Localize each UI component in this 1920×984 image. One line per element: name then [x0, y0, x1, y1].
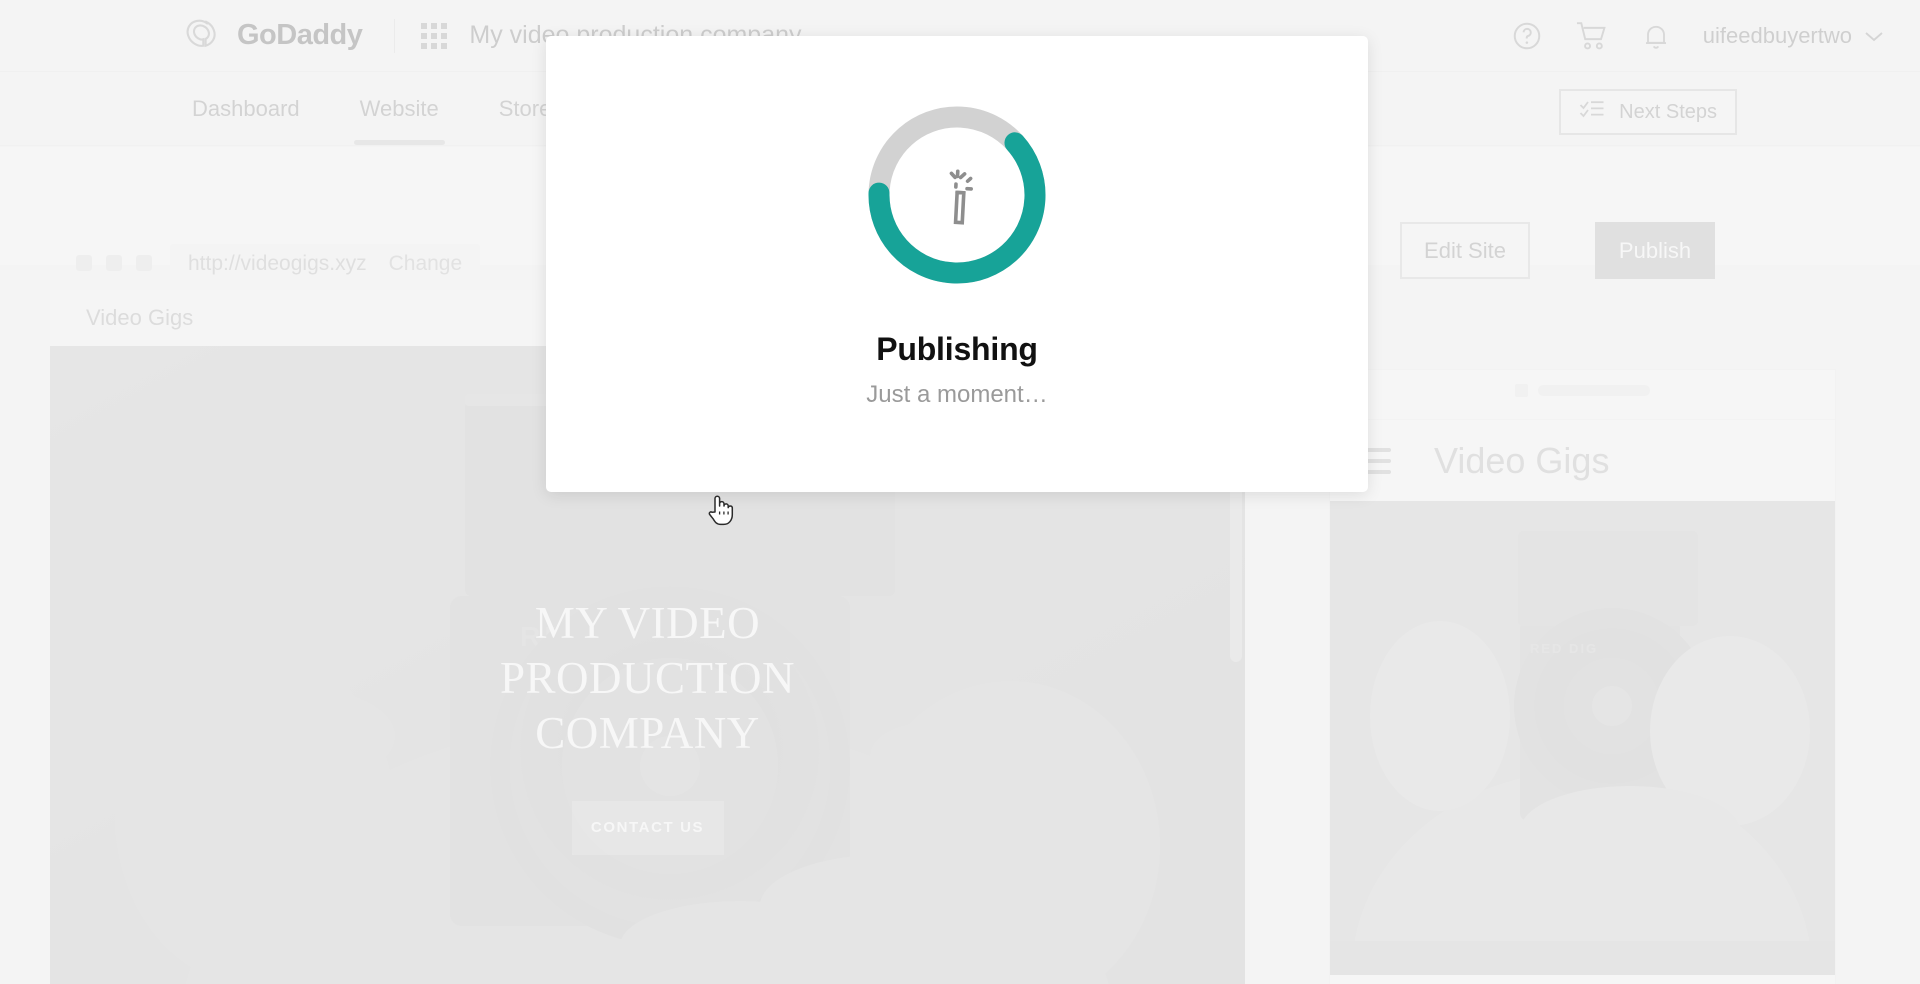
bell-icon[interactable] [1641, 20, 1671, 52]
site-url-text: http://videogigs.xyz [188, 252, 367, 275]
account-username: uifeedbuyertwo [1702, 22, 1852, 48]
godaddy-heart-icon [186, 19, 228, 53]
mobile-preview-placeholder-bar [1330, 370, 1835, 397]
nav-label: Website [359, 95, 439, 121]
mobile-preview-header: Video Gigs [1330, 419, 1835, 501]
browser-dots-decoration [76, 255, 152, 271]
app-root: GoDaddy My video production company uife… [0, 0, 1920, 984]
change-domain-link[interactable]: Change [389, 252, 463, 276]
nav-items: Dashboard Website Store [186, 72, 584, 145]
apps-grid-icon[interactable] [421, 22, 448, 49]
magic-wand-icon [930, 168, 984, 225]
checklist-icon [1579, 99, 1605, 125]
modal-title: Publishing [876, 331, 1038, 367]
mobile-preview-site-title: Video Gigs [1434, 439, 1610, 481]
mobile-preview-hero: RED DIG [1330, 501, 1835, 941]
hero-title: MY VIDEO PRODUCTION COMPANY [499, 598, 796, 758]
shopping-cart-icon[interactable] [1575, 20, 1609, 52]
godaddy-wordmark: GoDaddy [237, 19, 363, 51]
publishing-spinner [862, 100, 1052, 290]
preview-site-title: Video Gigs [86, 305, 194, 330]
svg-text:RED DIG: RED DIG [1530, 641, 1598, 656]
publish-button[interactable]: Publish [1595, 222, 1715, 279]
site-url-field[interactable]: http://videogigs.xyz Change [170, 244, 481, 284]
help-circle-icon[interactable] [1511, 20, 1543, 52]
hero-contact-us-button[interactable]: CONTACT US [571, 800, 724, 855]
header-actions: uifeedbuyertwo [1511, 20, 1884, 52]
chevron-down-icon [1864, 23, 1884, 49]
account-menu[interactable]: uifeedbuyertwo [1703, 23, 1884, 49]
mobile-hero-camera-photo: RED DIG [1330, 501, 1835, 941]
hero-content: MY VIDEO PRODUCTION COMPANY CONTACT US [50, 596, 1245, 855]
publishing-modal: Publishing Just a moment… [546, 36, 1368, 492]
next-steps-label: Next Steps [1619, 100, 1717, 123]
next-steps-button[interactable]: Next Steps [1559, 89, 1737, 135]
pointer-hand-cursor [706, 492, 736, 533]
nav-item-dashboard[interactable]: Dashboard [186, 72, 306, 145]
nav-label: Dashboard [192, 95, 300, 121]
header-divider [394, 18, 396, 53]
edit-site-button[interactable]: Edit Site [1400, 222, 1530, 279]
nav-item-website[interactable]: Website [353, 72, 445, 145]
godaddy-logo[interactable]: GoDaddy [186, 19, 363, 53]
mobile-site-preview[interactable]: Video Gigs RED DIG [1330, 370, 1835, 984]
mobile-preview-footer-strip [1330, 941, 1835, 975]
nav-label: Store [498, 95, 552, 121]
modal-subtitle: Just a moment… [866, 381, 1048, 408]
